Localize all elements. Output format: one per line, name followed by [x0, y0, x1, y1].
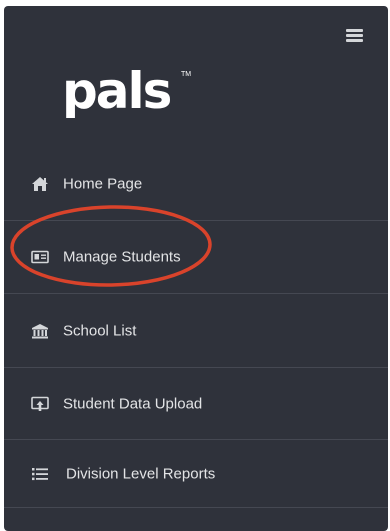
sidebar-item-label: Manage Students [63, 248, 181, 266]
sidebar-item-home-page[interactable]: Home Page [4, 148, 388, 221]
svg-text:TM: TM [181, 71, 191, 78]
svg-text:pals: pals [62, 62, 171, 118]
pals-logo: pals TM [62, 62, 191, 118]
sidebar-nav: Home Page Manage Students School List St… [4, 148, 388, 508]
upload-icon [31, 396, 49, 411]
institution-icon [32, 323, 48, 338]
hamburger-menu-icon[interactable] [346, 29, 363, 43]
sidebar-item-label: Student Data Upload [63, 395, 203, 412]
sidebar-item-label: Division Level Reports [66, 465, 216, 482]
sidebar-item-manage-students[interactable]: Manage Students [4, 221, 388, 294]
home-icon [32, 177, 48, 191]
sidebar-item-student-data-upload[interactable]: Student Data Upload [4, 368, 388, 440]
sidebar-item-school-list[interactable]: School List [4, 294, 388, 368]
sidebar-item-label: School List [63, 322, 137, 339]
sidebar-item-division-level-reports[interactable]: Division Level Reports [4, 440, 388, 508]
sidebar: pals TM Home Page Manage Students School… [4, 6, 388, 531]
sidebar-item-label: Home Page [63, 175, 143, 193]
list-icon [32, 467, 48, 480]
id-card-icon [31, 250, 49, 264]
